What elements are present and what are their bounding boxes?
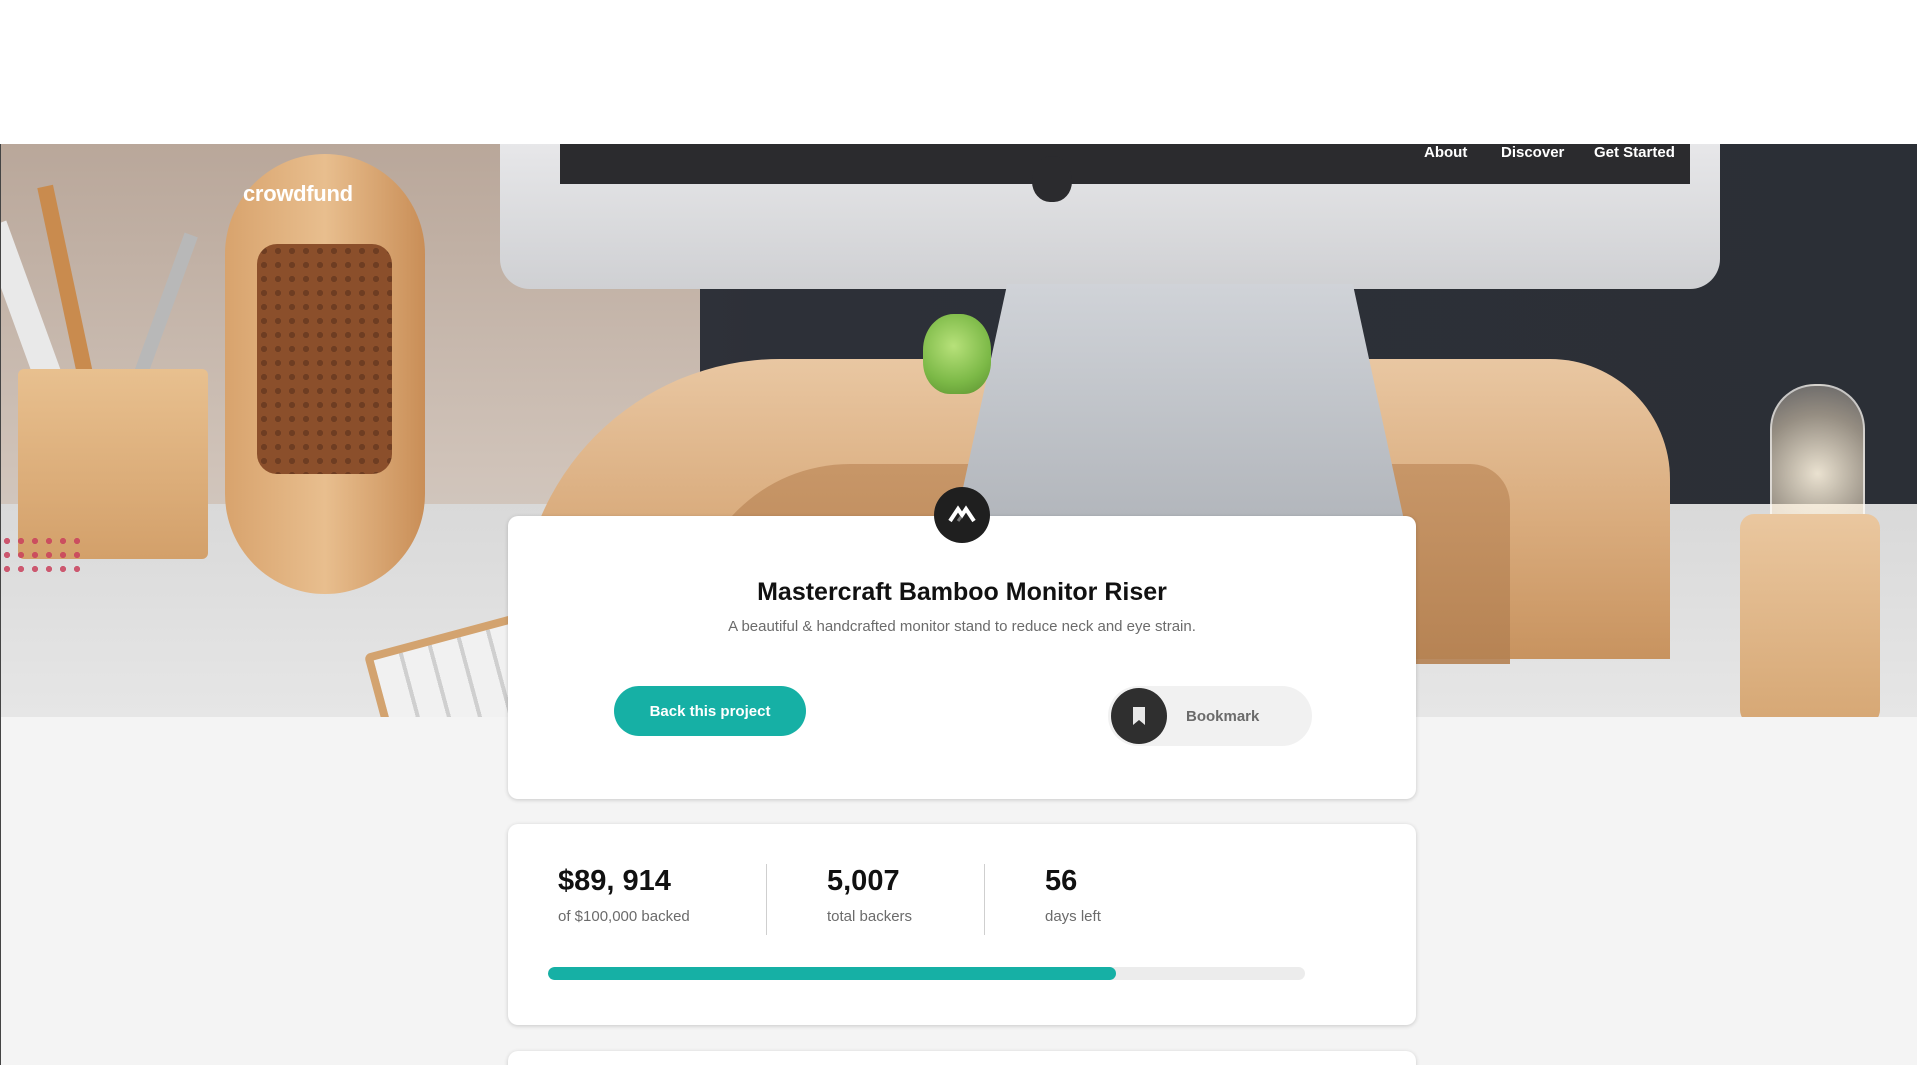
project-card: Mastercraft Bamboo Monitor Riser A beaut…: [508, 516, 1416, 799]
progress-fill: [548, 967, 1116, 980]
stat-backed: $89, 914 of $100,000 backed: [558, 865, 690, 925]
backers-label: total backers: [827, 908, 913, 925]
logo[interactable]: crowdfund: [243, 181, 353, 207]
stats-card: $89, 914 of $100,000 backed 5,007 total …: [508, 824, 1416, 1025]
stat-days: 56 days left: [1045, 865, 1101, 925]
bookmark-icon: [1111, 688, 1167, 744]
backers-count: 5,007: [827, 865, 900, 897]
stat-backers: 5,007 total backers: [827, 865, 912, 925]
project-description: A beautiful & handcrafted monitor stand …: [728, 618, 1196, 635]
backed-label: of $100,000 backed: [558, 908, 690, 925]
backed-amount: $89, 914: [558, 865, 671, 897]
bookmark-button[interactable]: Bookmark: [1108, 686, 1312, 746]
nav-discover[interactable]: Discover: [1501, 144, 1564, 161]
nav-about[interactable]: About: [1424, 144, 1467, 161]
progress-bar: [548, 967, 1305, 980]
stat-divider: [984, 864, 985, 935]
nav-get-started[interactable]: Get Started: [1594, 144, 1675, 161]
page: crowdfund About Discover Get Started Mas…: [0, 144, 1917, 1065]
project-title: Mastercraft Bamboo Monitor Riser: [757, 578, 1167, 606]
window-edge: [0, 144, 1, 1065]
stat-divider: [766, 864, 767, 935]
mastercraft-logo-icon: [934, 487, 990, 543]
about-card: [508, 1051, 1416, 1065]
bookmark-label: Bookmark: [1186, 707, 1260, 725]
days-label: days left: [1045, 908, 1101, 925]
days-left: 56: [1045, 865, 1078, 897]
back-project-button[interactable]: Back this project: [614, 686, 806, 736]
